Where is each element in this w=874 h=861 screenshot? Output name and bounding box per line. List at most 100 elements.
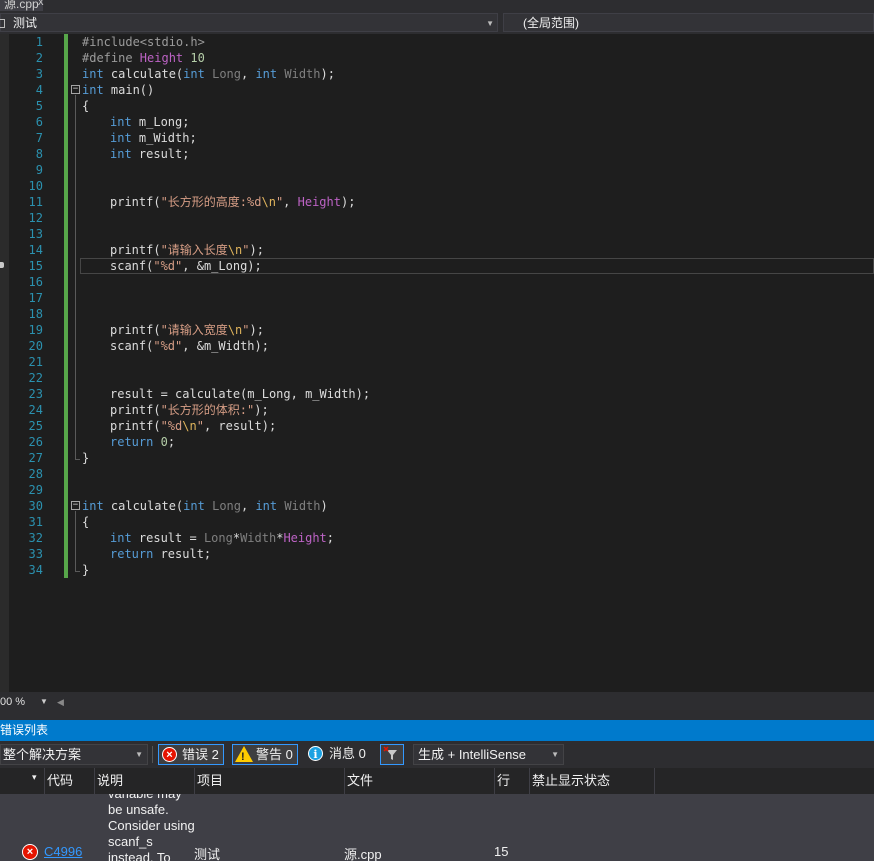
error-line: 15 xyxy=(494,844,509,859)
editor-left-margin xyxy=(0,34,9,692)
project-dropdown[interactable]: 测试 ▼ xyxy=(0,13,498,32)
line-number: 5 xyxy=(35,99,43,113)
line-number: 30 xyxy=(28,499,43,513)
code-line: printf("长方形的高度:%d\n", Height); xyxy=(110,195,356,209)
code-line: #define Height 10 xyxy=(82,51,205,65)
document-tab-label: 源.cpp xyxy=(4,0,39,11)
error-list-rows: × C4996 variable may be unsafe. Consider… xyxy=(0,794,874,861)
error-list-title: 错误列表 xyxy=(0,723,49,737)
line-number: 8 xyxy=(35,147,43,161)
error-project: 测试 xyxy=(194,847,221,861)
line-number: 19 xyxy=(28,323,43,337)
scope-dropdown[interactable]: (全局范围) xyxy=(503,13,874,32)
error-description: variable may be unsafe. Consider using s… xyxy=(108,794,195,861)
toolbar-separator xyxy=(152,746,153,763)
code-line: scanf("%d", &m_Width); xyxy=(110,339,269,353)
scope-dropdown-value: (全局范围) xyxy=(523,16,579,30)
code-line: #include<stdio.h> xyxy=(82,35,205,49)
code-line: { xyxy=(82,99,90,113)
code-line: printf("%d\n", result); xyxy=(110,419,277,433)
document-tab-strip: 源.cpp x xyxy=(0,0,874,11)
line-number: 20 xyxy=(28,339,43,353)
line-number: 25 xyxy=(28,419,43,433)
error-code-link[interactable]: C4996 xyxy=(44,844,82,859)
line-number: 21 xyxy=(28,355,43,369)
line-number: 18 xyxy=(28,307,43,321)
fold-guide-line xyxy=(75,95,76,459)
code-line: } xyxy=(82,451,90,465)
line-number: 1 xyxy=(35,35,43,49)
error-icon: × xyxy=(162,747,177,762)
line-number: 24 xyxy=(28,403,43,417)
code-line: } xyxy=(82,563,90,577)
line-number: 31 xyxy=(28,515,43,529)
line-number: 34 xyxy=(28,563,43,577)
build-intellisense-value: 生成 + IntelliSense xyxy=(418,747,527,762)
code-line: int m_Width; xyxy=(110,131,197,145)
error-list-toolbar: 整个解决方案 ▼ × 错误 2 ! 警告 0 i 消息 0 生成 + Intel… xyxy=(0,741,874,768)
error-file: 源.cpp xyxy=(344,847,382,861)
line-number: 17 xyxy=(28,291,43,305)
info-icon: i xyxy=(308,746,323,761)
fold-collapse-icon[interactable]: − xyxy=(71,85,80,94)
filter-button[interactable] xyxy=(380,744,404,765)
messages-filter-button[interactable]: i 消息 0 xyxy=(306,744,372,765)
error-icon: × xyxy=(22,844,38,860)
line-number: 4 xyxy=(35,83,43,97)
column-header-line[interactable]: 行 xyxy=(494,768,530,794)
zoom-level[interactable]: 00 % xyxy=(0,692,25,712)
line-number: 29 xyxy=(28,483,43,497)
column-header-code[interactable]: 代码 xyxy=(44,768,95,794)
code-line: printf("长方形的体积:"); xyxy=(110,403,269,417)
line-number: 26 xyxy=(28,435,43,449)
build-intellisense-dropdown[interactable]: 生成 + IntelliSense ▼ xyxy=(413,744,564,765)
line-number: 27 xyxy=(28,451,43,465)
line-number: 2 xyxy=(35,51,43,65)
error-list-title-bar: 错误列表 xyxy=(0,720,874,741)
column-header-description[interactable]: 说明 xyxy=(94,768,195,794)
line-number: 15 xyxy=(28,259,43,273)
code-line: int result = Long*Width*Height; xyxy=(110,531,335,545)
line-number: 33 xyxy=(28,547,43,561)
warnings-filter-button[interactable]: ! 警告 0 xyxy=(232,744,298,765)
line-number: 12 xyxy=(28,211,43,225)
line-number: 23 xyxy=(28,387,43,401)
column-header-project[interactable]: 项目 xyxy=(194,768,345,794)
line-number: 28 xyxy=(28,467,43,481)
code-line: return 0; xyxy=(110,435,176,449)
column-header-file[interactable]: 文件 xyxy=(344,768,495,794)
chevron-down-icon: ▼ xyxy=(135,750,143,759)
line-number: 14 xyxy=(28,243,43,257)
fold-collapse-icon[interactable]: − xyxy=(71,501,80,510)
column-header-sort[interactable]: ▾ xyxy=(0,768,45,794)
messages-count-label: 消息 0 xyxy=(329,746,366,761)
errors-filter-button[interactable]: × 错误 2 xyxy=(158,744,224,765)
code-line: int calculate(int Long, int Width); xyxy=(82,67,335,81)
code-line: { xyxy=(82,515,90,529)
fold-guide-end xyxy=(75,459,80,460)
zoom-bar: 00 % ▼ ◀ xyxy=(0,692,874,712)
filter-icon xyxy=(383,746,397,760)
scroll-left-icon[interactable]: ◀ xyxy=(57,692,64,712)
code-line: int m_Long; xyxy=(110,115,190,129)
chevron-down-icon: ▼ xyxy=(551,750,559,759)
code-line: scanf("%d", &m_Long); xyxy=(110,259,262,273)
panel-splitter[interactable] xyxy=(0,712,874,720)
project-dropdown-value: 测试 xyxy=(13,16,38,30)
warning-icon: ! xyxy=(235,746,253,763)
column-header-suppression-state[interactable]: 禁止显示状态 xyxy=(529,768,655,794)
line-number: 9 xyxy=(35,163,43,177)
warnings-count-label: 警告 0 xyxy=(256,747,293,762)
change-tracking-bar xyxy=(64,34,68,578)
code-line: result = calculate(m_Long, m_Width); xyxy=(110,387,371,401)
line-number: 10 xyxy=(28,179,43,193)
code-line: printf("请输入长度\n"); xyxy=(110,243,264,257)
close-tab-icon[interactable]: x xyxy=(38,0,44,8)
solution-scope-value: 整个解决方案 xyxy=(3,747,82,762)
fold-guide-end xyxy=(75,571,80,572)
chevron-down-icon[interactable]: ▼ xyxy=(40,692,48,712)
solution-scope-dropdown[interactable]: 整个解决方案 ▼ xyxy=(0,744,148,765)
line-number: 13 xyxy=(28,227,43,241)
line-number: 32 xyxy=(28,531,43,545)
document-tab[interactable]: 源.cpp xyxy=(0,0,43,11)
